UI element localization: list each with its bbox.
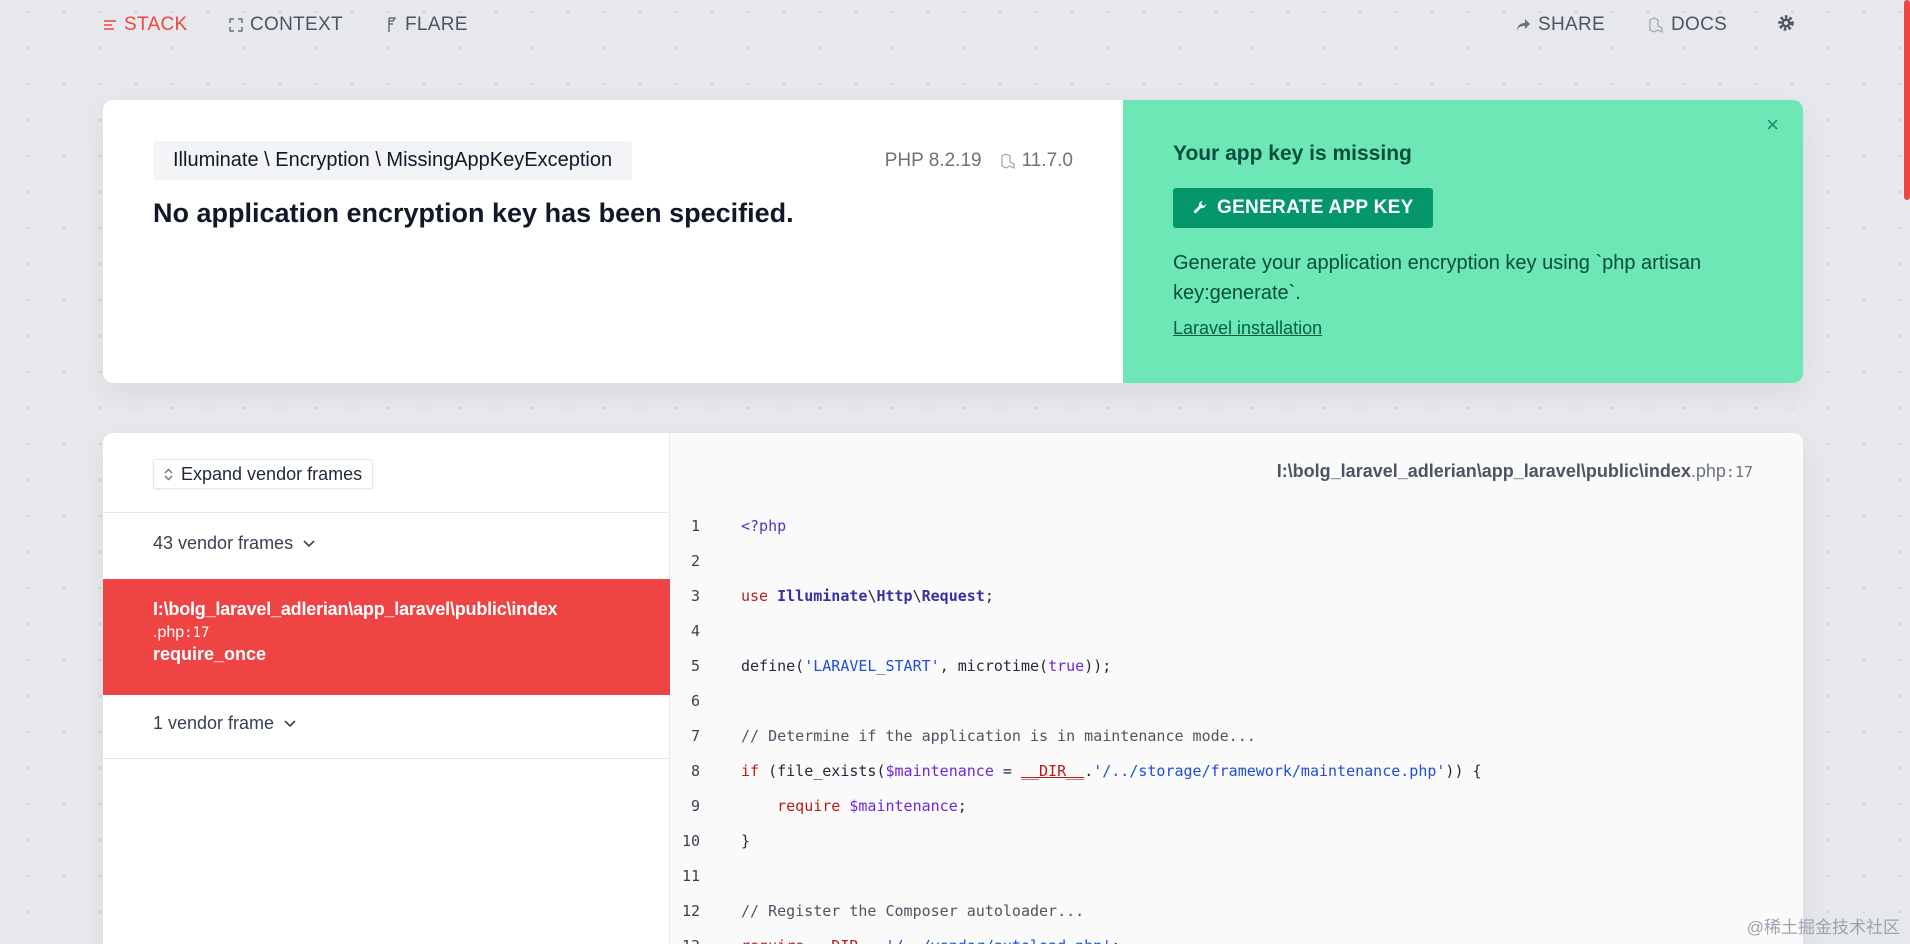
exception-panel: Illuminate \ Encryption \ MissingAppKeyE… <box>103 100 1123 383</box>
page-scrollbar[interactable] <box>1904 0 1910 944</box>
exception-message: No application encryption key has been s… <box>153 198 794 228</box>
exception-class: Illuminate \ Encryption \ MissingAppKeyE… <box>153 141 633 180</box>
close-icon[interactable]: × <box>1766 112 1779 138</box>
tab-stack-label: STACK <box>124 14 188 35</box>
code-text: require $maintenance; <box>777 797 967 815</box>
vendor-frame-group[interactable]: 1 vendor frame <box>153 713 296 734</box>
laravel-version: 11.7.0 <box>1000 150 1073 172</box>
code-line: 12 // Register the Composer autoloader... <box>670 902 1803 937</box>
code-line: 9 require $maintenance; <box>670 797 1803 832</box>
tab-stack[interactable]: STACK <box>103 14 187 36</box>
gear-icon <box>1778 15 1794 31</box>
code-text: define('LARAVEL_START', microtime(true))… <box>741 657 1112 675</box>
tab-flare-label: FLARE <box>405 14 468 35</box>
code-text: <?php <box>741 517 787 535</box>
laravel-icon <box>1649 17 1663 33</box>
code-viewer: I:\bolg_laravel_adlerian\app_laravel\pub… <box>670 433 1803 944</box>
tab-context[interactable]: CONTEXT <box>229 14 343 36</box>
line-number: 9 <box>690 797 700 815</box>
laravel-icon <box>1000 153 1015 169</box>
code-text: use Illuminate\Http\Request; <box>741 587 994 605</box>
laravel-installation-link[interactable]: Laravel installation <box>1173 318 1322 339</box>
line-number: 5 <box>690 657 700 675</box>
active-frame[interactable]: I:\bolg_laravel_adlerian\app_laravel\pub… <box>103 579 670 695</box>
frame-line-number: 17 <box>192 625 210 641</box>
php-version: PHP 8.2.19 <box>884 150 982 171</box>
share-icon <box>1517 19 1530 31</box>
chevron-up-down-icon <box>164 468 173 480</box>
file-header[interactable]: I:\bolg_laravel_adlerian\app_laravel\pub… <box>1277 461 1753 482</box>
file-ext: .php <box>1690 461 1726 481</box>
frame-file-line: .php:17 <box>153 624 210 641</box>
divider <box>103 758 670 759</box>
vendor-frame-label: 1 vendor frame <box>153 713 275 733</box>
share-label: SHARE <box>1538 14 1605 35</box>
code-text: // Register the Composer autoloader... <box>741 902 1085 920</box>
flare-icon <box>388 17 397 32</box>
solution-title: Your app key is missing <box>1173 142 1412 165</box>
laravel-version-text: 11.7.0 <box>1021 150 1073 171</box>
frame-ext: .php <box>153 624 185 641</box>
code-line: 4 <box>670 622 1803 657</box>
expand-icon <box>229 18 243 32</box>
expand-vendor-frames-button[interactable]: Expand vendor frames <box>153 459 374 489</box>
line-number: 11 <box>681 867 700 885</box>
line-number: 10 <box>681 832 700 850</box>
stack-icon <box>104 20 116 30</box>
watermark: @稀土掘金技术社区 <box>1746 918 1900 937</box>
docs-button[interactable]: DOCS <box>1648 14 1727 36</box>
expand-vendor-frames-label: Expand vendor frames <box>181 463 363 484</box>
code-line: 1 <?php <box>670 517 1803 552</box>
wrench-icon <box>1193 200 1207 214</box>
code-line: 2 <box>670 552 1803 587</box>
code-text: } <box>741 832 751 850</box>
line-number: 2 <box>690 552 700 570</box>
line-number: 8 <box>690 762 700 780</box>
line-number: 6 <box>690 692 700 710</box>
frame-function: require_once <box>153 644 267 664</box>
file-path: I:\bolg_laravel_adlerian\app_laravel\pub… <box>1276 461 1691 481</box>
tab-context-label: CONTEXT <box>250 14 343 35</box>
line-number: 3 <box>690 587 700 605</box>
line-number: 13 <box>670 937 700 944</box>
divider <box>103 512 670 513</box>
frame-path: I:\bolg_laravel_adlerian\app_laravel\pub… <box>153 599 558 619</box>
code-line: 5 define('LARAVEL_START', microtime(true)… <box>670 657 1803 692</box>
code-line: 6 <box>670 692 1803 727</box>
chevron-down-icon <box>303 539 315 547</box>
generate-app-key-label: GENERATE APP KEY <box>1217 197 1414 218</box>
file-line-number: 17 <box>1734 463 1753 481</box>
version-info: PHP 8.2.19 11.7.0 <box>885 150 1073 172</box>
line-number: 4 <box>690 622 700 640</box>
code-line: 8 if (file_exists($maintenance = __DIR__.… <box>670 762 1803 797</box>
code-line: 13 require __DIR__.'/../vendor/autoload.p… <box>670 937 1803 944</box>
line-number: 1 <box>690 517 700 535</box>
share-button[interactable]: SHARE <box>1516 14 1605 36</box>
top-navigation: STACK CONTEXT FLARE SHARE DOCS <box>0 0 1910 52</box>
vendor-frames-group[interactable]: 43 vendor frames <box>153 533 315 554</box>
line-number: 7 <box>690 727 700 745</box>
solution-panel: × Your app key is missing GENERATE APP K… <box>1123 100 1803 383</box>
code-text: if (file_exists($maintenance = __DIR__.'… <box>741 762 1482 780</box>
solution-description: Generate your application encryption key… <box>1173 252 1702 304</box>
scrollbar-thumb[interactable] <box>1904 0 1910 200</box>
code-line: 7 // Determine if the application is in m… <box>670 727 1803 762</box>
stack-trace-card: Expand vendor frames 43 vendor frames I:… <box>103 433 1803 944</box>
chevron-down-icon <box>284 719 296 727</box>
error-card: Illuminate \ Encryption \ MissingAppKeyE… <box>103 100 1803 383</box>
code-line: 3 use Illuminate\Http\Request; <box>670 587 1803 622</box>
code-line: 11 <box>670 867 1803 902</box>
code-text: // Determine if the application is in ma… <box>741 727 1256 745</box>
vendor-frames-label: 43 vendor frames <box>153 533 294 553</box>
line-number: 12 <box>681 902 700 920</box>
tab-flare[interactable]: FLARE <box>386 14 468 36</box>
docs-label: DOCS <box>1671 14 1728 35</box>
frames-list: Expand vendor frames 43 vendor frames I:… <box>103 433 670 944</box>
settings-button[interactable] <box>1777 14 1795 32</box>
code-text: require __DIR__.'/../vendor/autoload.php… <box>741 937 1120 944</box>
generate-app-key-button[interactable]: GENERATE APP KEY <box>1173 188 1433 228</box>
code-line: 10} <box>670 832 1803 867</box>
